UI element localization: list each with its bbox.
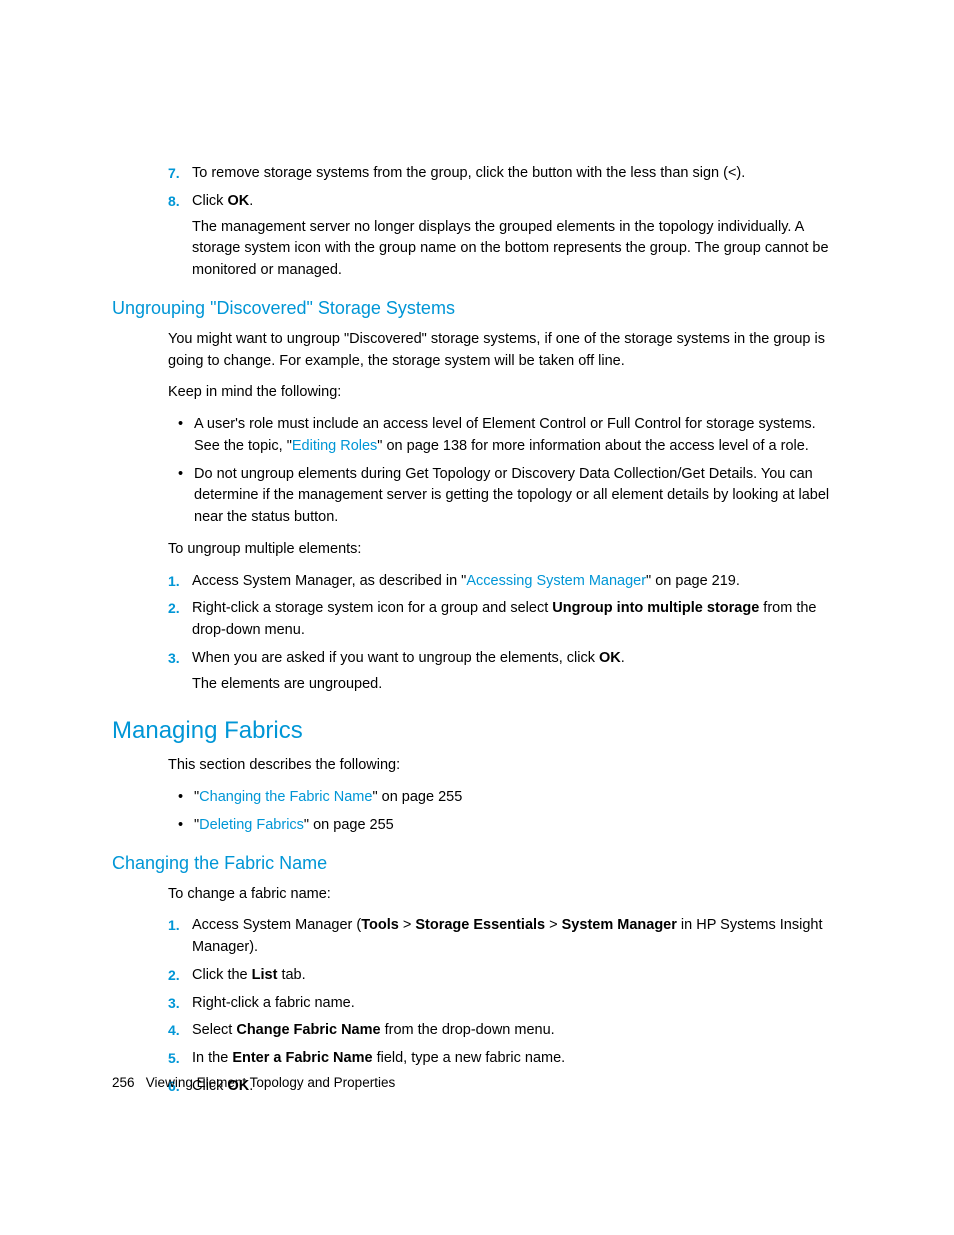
step-text-bold: List <box>252 967 278 983</box>
step-text-a: In the <box>192 1050 232 1066</box>
step-2: 2. Click the List tab. <box>168 965 842 987</box>
bullet-item: Do not ungroup elements during Get Topol… <box>168 464 842 529</box>
bullet-text-b: " on page 255 <box>304 817 394 833</box>
link-accessing-system-manager[interactable]: Accessing System Manager <box>466 573 646 589</box>
link-changing-fabric-name[interactable]: Changing the Fabric Name <box>199 789 372 805</box>
step-text-bold: Change Fabric Name <box>236 1022 380 1038</box>
step-gt: > <box>545 917 562 933</box>
step-number: 1. <box>168 571 180 592</box>
step-text-a: Access System Manager ( <box>192 917 361 933</box>
step-paragraph: The elements are ungrouped. <box>192 674 842 696</box>
step-number: 1. <box>168 915 180 936</box>
step-text: To remove storage systems from the group… <box>192 165 745 181</box>
step-number: 3. <box>168 993 180 1014</box>
heading-managing-fabrics: Managing Fabrics <box>112 717 842 745</box>
step-5: 5. In the Enter a Fabric Name field, typ… <box>168 1048 842 1070</box>
bullet-text-b: " on page 255 <box>372 789 462 805</box>
bullet-list-fabrics: "Changing the Fabric Name" on page 255 "… <box>168 787 842 837</box>
step-text-b: " on page 219. <box>646 573 740 589</box>
step-7: 7. To remove storage systems from the gr… <box>168 163 842 185</box>
step-bold-tools: Tools <box>361 917 399 933</box>
step-1: 1. Access System Manager, as described i… <box>168 571 842 593</box>
step-text-a: When you are asked if you want to ungrou… <box>192 650 599 666</box>
step-text-b: field, type a new fabric name. <box>373 1050 566 1066</box>
paragraph: Keep in mind the following: <box>168 382 842 404</box>
step-number: 2. <box>168 965 180 986</box>
bullet-list-keepinmind: A user's role must include an access lev… <box>168 414 842 529</box>
step-number: 7. <box>168 163 180 184</box>
step-paragraph: The management server no longer displays… <box>192 217 842 282</box>
bullet-item: A user's role must include an access lev… <box>168 414 842 458</box>
paragraph: To change a fabric name: <box>168 884 842 906</box>
document-page: 7. To remove storage systems from the gr… <box>0 0 954 1235</box>
step-list-change-fabric: 1. Access System Manager (Tools > Storag… <box>168 915 842 1097</box>
bullet-item: "Changing the Fabric Name" on page 255 <box>168 787 842 809</box>
step-text-bold: OK <box>227 193 249 209</box>
paragraph: You might want to ungroup "Discovered" s… <box>168 329 842 373</box>
step-list-ungroup: 1. Access System Manager, as described i… <box>168 571 842 696</box>
step-text-bold: Ungroup into multiple storage <box>552 600 759 616</box>
step-4: 4. Select Change Fabric Name from the dr… <box>168 1020 842 1042</box>
step-number: 8. <box>168 191 180 212</box>
step-text-b: from the drop-down menu. <box>381 1022 555 1038</box>
step-text-a: Click the <box>192 967 252 983</box>
step-text-a: Select <box>192 1022 236 1038</box>
step-3: 3. Right-click a fabric name. <box>168 993 842 1015</box>
step-number: 3. <box>168 648 180 669</box>
bullet-item: "Deleting Fabrics" on page 255 <box>168 815 842 837</box>
step-number: 4. <box>168 1020 180 1041</box>
step-bold-system-manager: System Manager <box>562 917 677 933</box>
page-footer: 256 Viewing Element Topology and Propert… <box>112 1075 395 1090</box>
step-text-bold: OK <box>599 650 621 666</box>
footer-title: Viewing Element Topology and Properties <box>146 1075 395 1090</box>
step-8: 8. Click OK. The management server no lo… <box>168 191 842 282</box>
bullet-text-b: " on page 138 for more information about… <box>377 438 809 454</box>
step-gt: > <box>399 917 416 933</box>
content-body: 7. To remove storage systems from the gr… <box>168 163 842 1098</box>
step-text-b: . <box>621 650 625 666</box>
step-text-b: tab. <box>277 967 305 983</box>
step-text-c: . <box>249 193 253 209</box>
step-1: 1. Access System Manager (Tools > Storag… <box>168 915 842 959</box>
link-deleting-fabrics[interactable]: Deleting Fabrics <box>199 817 304 833</box>
step-text-a: Right-click a storage system icon for a … <box>192 600 552 616</box>
step-text-a: Access System Manager, as described in " <box>192 573 466 589</box>
page-number: 256 <box>112 1075 135 1090</box>
step-list-remove: 7. To remove storage systems from the gr… <box>168 163 842 282</box>
step-number: 5. <box>168 1048 180 1069</box>
step-2: 2. Right-click a storage system icon for… <box>168 598 842 642</box>
paragraph: This section describes the following: <box>168 755 842 777</box>
paragraph: To ungroup multiple elements: <box>168 539 842 561</box>
step-text-bold: Enter a Fabric Name <box>232 1050 372 1066</box>
step-bold-storage-essentials: Storage Essentials <box>415 917 545 933</box>
link-editing-roles[interactable]: Editing Roles <box>292 438 377 454</box>
step-3: 3. When you are asked if you want to ung… <box>168 648 842 696</box>
step-text: Right-click a fabric name. <box>192 995 355 1011</box>
bullet-text: Do not ungroup elements during Get Topol… <box>194 466 829 526</box>
step-text-a: Click <box>192 193 227 209</box>
step-number: 2. <box>168 598 180 619</box>
heading-ungrouping: Ungrouping "Discovered" Storage Systems <box>112 298 842 319</box>
heading-changing-fabric-name: Changing the Fabric Name <box>112 853 842 874</box>
